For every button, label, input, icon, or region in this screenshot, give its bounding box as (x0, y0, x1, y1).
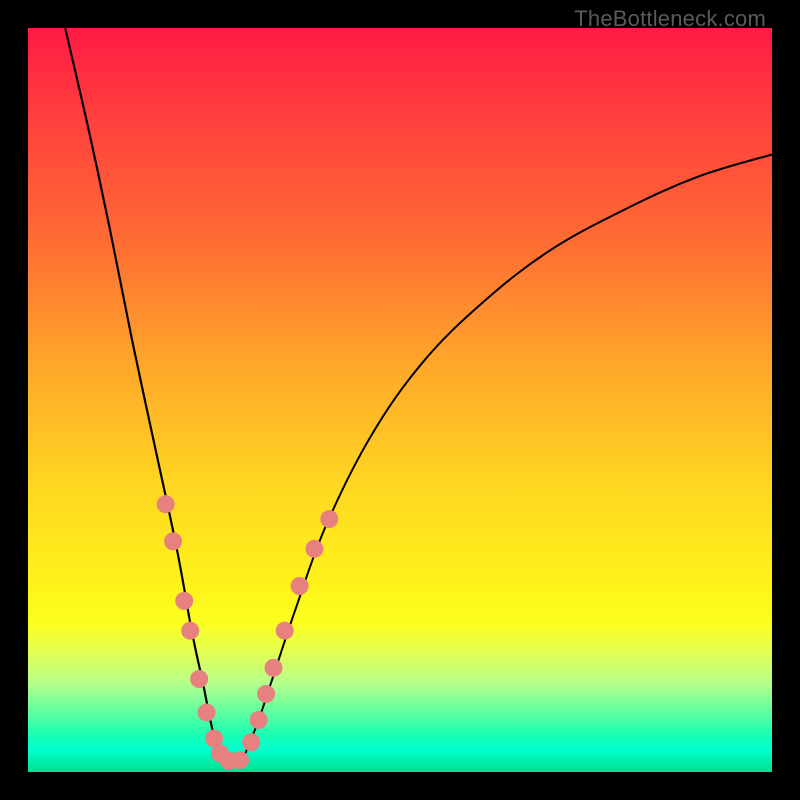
curve-right-curve (244, 154, 772, 757)
marker-dot (291, 577, 309, 595)
marker-dot (242, 733, 260, 751)
chart-svg (28, 28, 772, 772)
marker-dot (190, 670, 208, 688)
marker-dot (250, 711, 268, 729)
marker-dot (181, 622, 199, 640)
marker-dot (265, 659, 283, 677)
marker-dot (276, 622, 294, 640)
marker-dot (257, 685, 275, 703)
marker-dot (305, 540, 323, 558)
chart-area (28, 28, 772, 772)
curves-group (65, 28, 772, 764)
markers-group (157, 495, 339, 770)
marker-dot (164, 532, 182, 550)
marker-dot (320, 510, 338, 528)
marker-dot (198, 703, 216, 721)
watermark-text: TheBottleneck.com (574, 6, 766, 32)
marker-dot (157, 495, 175, 513)
curve-left-curve (65, 28, 223, 761)
marker-dot (175, 592, 193, 610)
marker-dot (231, 751, 249, 769)
